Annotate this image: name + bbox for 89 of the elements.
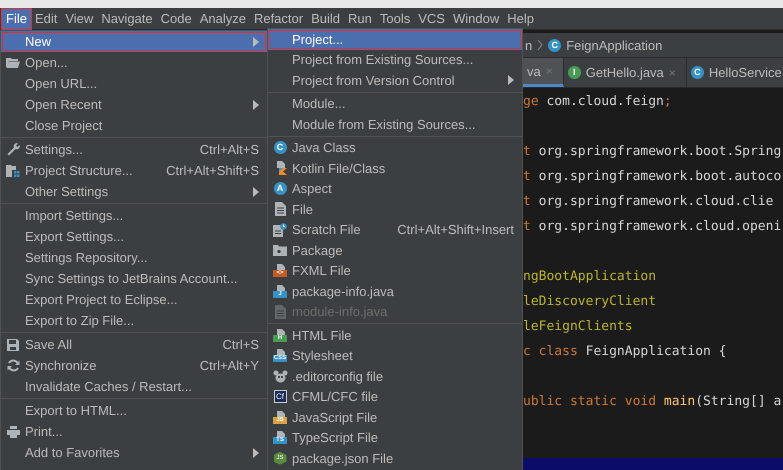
file-icon xyxy=(274,304,286,319)
file-type-icon: Cf xyxy=(274,390,286,404)
menu-item[interactable]: A Aspect xyxy=(268,178,522,199)
menu-title[interactable]: View xyxy=(61,8,98,28)
scratch-file-icon xyxy=(273,222,287,237)
menu-item[interactable]: Module... xyxy=(268,94,522,114)
menu-item[interactable]: Package xyxy=(268,240,522,260)
code-line: ge com.cloud.feign; xyxy=(523,94,672,109)
code-line: t org.springframework.cloud.openi xyxy=(523,219,782,234)
code-line: c class FeignApplication { xyxy=(523,344,727,359)
menu-item[interactable]: Module from Existing Sources... xyxy=(268,114,522,134)
menu-item[interactable]: .editorconfig file xyxy=(268,366,522,386)
class-icon: C xyxy=(274,141,286,154)
menu-item[interactable]: Open Recent xyxy=(1,94,267,115)
menu-title[interactable]: File xyxy=(2,8,31,28)
menu-item[interactable]: Export Project to Eclipse... xyxy=(1,289,267,310)
menu-title[interactable]: Help xyxy=(503,8,538,28)
menu-item[interactable]: Import Settings... xyxy=(1,205,267,226)
shortcut-text: Ctrl+S xyxy=(222,337,259,352)
code-line: ublic static void main(String[] a xyxy=(523,394,782,409)
code-line: t org.springframework.boot.Spring xyxy=(523,144,782,159)
menu-item[interactable]: Project... xyxy=(268,29,522,50)
menu-item[interactable]: Save All Ctrl+S xyxy=(1,334,267,355)
menu-title[interactable]: Run xyxy=(344,8,376,28)
menu-item[interactable]: New xyxy=(1,31,267,52)
menu-item[interactable]: Print... xyxy=(1,421,267,442)
save-icon xyxy=(7,338,19,350)
package-folder-icon xyxy=(273,244,287,256)
sync-icon xyxy=(6,359,20,372)
menu-title[interactable]: Window xyxy=(448,8,504,28)
editor-tab[interactable]: I GetHello.java × xyxy=(564,58,687,87)
menu-item[interactable]: Scratch File Ctrl+Alt+Shift+Insert xyxy=(268,220,522,240)
project-structure-icon xyxy=(6,164,20,176)
menu-item[interactable]: Cf CFML/CFC file xyxy=(268,386,522,407)
shortcut-text: Ctrl+Alt+Shift+Insert xyxy=(397,222,514,238)
menu-item[interactable]: Export to Zip File... xyxy=(1,310,267,331)
menu-title[interactable]: Edit xyxy=(30,8,62,28)
menu-title[interactable]: Refactor xyxy=(250,8,308,28)
menu-item[interactable]: Close Project xyxy=(1,115,267,136)
code-line: t org.springframework.cloud.clie xyxy=(523,194,774,209)
menu-item[interactable]: Other Settings xyxy=(1,181,267,202)
breadcrumb-item[interactable]: FeignApplication xyxy=(566,38,662,52)
menu-item[interactable]: Invalidate Caches / Restart... xyxy=(1,376,267,397)
menu-item[interactable]: C Java Class xyxy=(268,138,522,158)
menu-item[interactable]: Export Settings... xyxy=(1,226,267,247)
menu-title[interactable]: Analyze xyxy=(196,8,250,28)
class-icon: C xyxy=(548,38,562,52)
menu-title[interactable]: Build xyxy=(307,8,344,28)
mouse-icon xyxy=(272,370,288,383)
submenu-arrow-icon xyxy=(253,186,259,196)
menu-item[interactable]: Sync Settings to JetBrains Account... xyxy=(1,268,267,289)
file-icon xyxy=(274,202,286,216)
code-line: t org.springframework.boot.autoco xyxy=(523,169,782,184)
printer-icon xyxy=(6,426,20,438)
menu-title[interactable]: Tools xyxy=(376,8,414,28)
shortcut-text: Ctrl+Alt+S xyxy=(200,142,259,157)
menu-item[interactable]: File xyxy=(268,199,522,220)
menu-item[interactable]: Project from Existing Sources... xyxy=(268,50,522,70)
submenu-arrow-icon xyxy=(253,100,259,110)
menu-item[interactable]: Project Structure... Ctrl+Alt+Shift+S xyxy=(1,160,267,181)
class-icon: A xyxy=(274,182,286,196)
menu-title[interactable]: VCS xyxy=(414,8,449,28)
breadcrumb-item[interactable]: n xyxy=(525,38,532,52)
code-line: leDiscoveryClient xyxy=(523,294,656,309)
code-line: ngBootApplication xyxy=(523,269,656,284)
folder-icon xyxy=(6,57,20,68)
menu-item[interactable]: Settings... Ctrl+Alt+S xyxy=(1,139,267,160)
menu-title[interactable]: Code xyxy=(156,8,196,28)
shortcut-text: Ctrl+Alt+Shift+S xyxy=(166,163,259,178)
editor-tab[interactable]: va × xyxy=(523,58,564,87)
menu-item[interactable]: Open URL... xyxy=(1,73,267,94)
submenu-arrow-icon xyxy=(508,75,514,86)
file-type-icon: I xyxy=(568,66,581,79)
chevron-icon xyxy=(537,39,544,51)
menu-item[interactable]: Settings Repository... xyxy=(1,247,267,268)
wrench-icon xyxy=(6,143,20,156)
submenu-arrow-icon xyxy=(253,36,259,46)
shortcut-text: Ctrl+Alt+Y xyxy=(200,358,259,373)
menu-title[interactable]: Navigate xyxy=(97,8,157,28)
menu-item[interactable]: Synchronize Ctrl+Alt+Y xyxy=(1,355,267,376)
menu-item[interactable]: Project from Version Control xyxy=(268,70,522,90)
menu-item[interactable]: Add to Favorites xyxy=(1,442,267,463)
menu-item[interactable]: Kotlin File/Class xyxy=(268,158,522,178)
file-type-icon: C xyxy=(690,66,704,79)
menu-item[interactable]: Export to HTML... xyxy=(1,400,267,421)
code-line: leFeignClients xyxy=(523,319,633,334)
menu-item[interactable]: Open... xyxy=(1,52,267,73)
submenu-arrow-icon xyxy=(253,448,259,458)
editor-tab[interactable]: C HelloService xyxy=(686,58,783,87)
